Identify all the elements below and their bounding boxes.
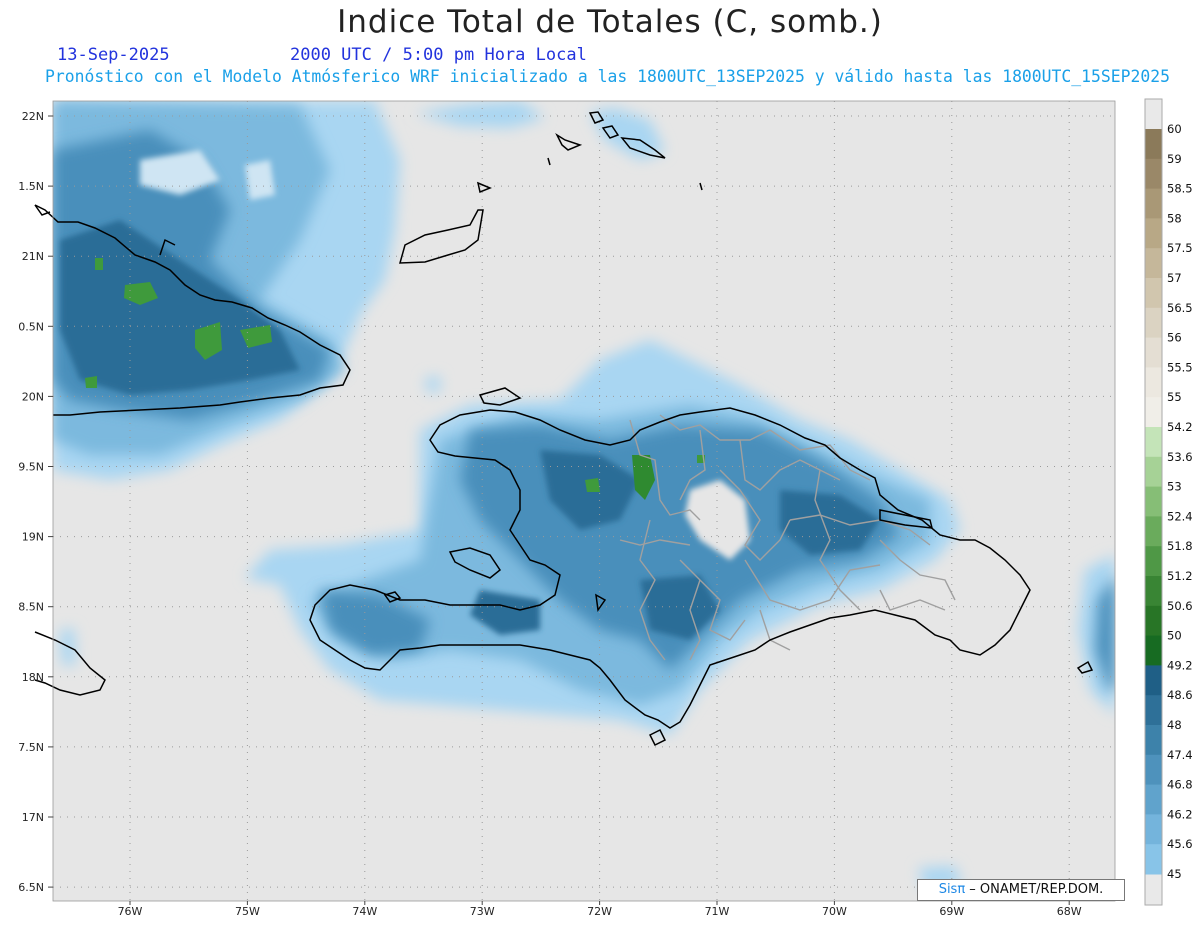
lon-label: 76W bbox=[118, 905, 143, 918]
legend-swatch bbox=[1145, 605, 1162, 637]
legend-label: 52.4 bbox=[1167, 509, 1193, 523]
sisp-logo: Sisπ bbox=[938, 882, 966, 897]
lon-label: 71W bbox=[705, 905, 730, 918]
legend-label: 55 bbox=[1167, 390, 1182, 404]
legend-label: 60 bbox=[1167, 122, 1182, 136]
legend-swatch bbox=[1145, 754, 1162, 786]
lat-label: 1.5N bbox=[18, 180, 44, 193]
legend-label: 49.2 bbox=[1167, 658, 1193, 672]
lon-label: 72W bbox=[587, 905, 612, 918]
legend-swatch bbox=[1145, 516, 1162, 547]
legend-swatch bbox=[1145, 486, 1162, 517]
lat-label: 19N bbox=[22, 531, 44, 544]
legend-swatch bbox=[1145, 784, 1162, 815]
lat-label: 21N bbox=[22, 250, 44, 263]
legend-swatch bbox=[1145, 695, 1162, 726]
legend-swatch bbox=[1145, 188, 1162, 219]
legend-swatch bbox=[1145, 725, 1162, 756]
legend-swatch bbox=[1145, 248, 1162, 279]
lon-label: 69W bbox=[939, 905, 964, 918]
lon-label: 73W bbox=[470, 905, 495, 918]
legend-swatch bbox=[1145, 307, 1162, 339]
legend-label: 46.2 bbox=[1167, 807, 1193, 821]
lon-label: 74W bbox=[352, 905, 377, 918]
legend-swatch bbox=[1145, 218, 1162, 249]
legend-swatch bbox=[1145, 576, 1162, 607]
legend-label: 47.4 bbox=[1167, 748, 1193, 762]
legend-label: 59 bbox=[1167, 152, 1182, 166]
legend-label: 54.2 bbox=[1167, 420, 1193, 434]
lat-label: 17N bbox=[22, 811, 44, 824]
color-legend: 60 59 58.5 58 57.5 57 56.5 56 55.5 55 54.2 53.6 53 52… bbox=[1144, 98, 1193, 906]
lon-label: 68W bbox=[1057, 905, 1082, 918]
legend-label: 51.8 bbox=[1167, 539, 1193, 553]
legend-swatch bbox=[1145, 665, 1162, 696]
legend-label: 48 bbox=[1167, 718, 1182, 732]
lat-label: 18N bbox=[22, 671, 44, 684]
lat-label: 9.5N bbox=[18, 461, 44, 474]
lat-label: 0.5N bbox=[18, 320, 44, 333]
legend-label: 56 bbox=[1167, 331, 1182, 345]
latitude-labels: 22N 1.5N 21N 0.5N 20N 9.5N 19N 8.5N 18N 7.5N 17N 6.… bbox=[18, 110, 53, 894]
legend-swatch bbox=[1145, 814, 1162, 845]
legend-label: 45.6 bbox=[1167, 837, 1193, 851]
legend-label: 57 bbox=[1167, 271, 1182, 285]
legend-label: 53.6 bbox=[1167, 450, 1193, 464]
legend-swatch bbox=[1145, 278, 1162, 309]
lat-label: 7.5N bbox=[18, 741, 44, 754]
forecast-map: 76W 75W 74W 73W 72W 71W 70W 69W 68W 22N 1.5N 21N 0.… bbox=[18, 98, 1193, 918]
legend-swatch bbox=[1145, 427, 1162, 458]
legend-swatch bbox=[1145, 337, 1162, 368]
legend-swatch bbox=[1145, 158, 1162, 190]
legend-label: 48.6 bbox=[1167, 688, 1193, 702]
lon-label: 70W bbox=[822, 905, 847, 918]
legend-label: 55.5 bbox=[1167, 360, 1193, 374]
legend-label: 58.5 bbox=[1167, 182, 1193, 196]
legend-label: 53 bbox=[1167, 480, 1182, 494]
credit-box: Sisπ – ONAMET/REP.DOM. bbox=[917, 879, 1125, 901]
legend-swatch bbox=[1145, 635, 1162, 666]
legend-swatch bbox=[1145, 844, 1162, 875]
lat-label: 20N bbox=[22, 390, 44, 403]
lon-label: 75W bbox=[235, 905, 260, 918]
longitude-labels: 76W 75W 74W 73W 72W 71W 70W 69W 68W bbox=[118, 901, 1082, 918]
lat-label: 6.5N bbox=[18, 881, 44, 894]
legend-label: 46.8 bbox=[1167, 778, 1193, 792]
legend-label: 51.2 bbox=[1167, 569, 1193, 583]
legend-swatch bbox=[1145, 367, 1162, 398]
legend-label: 50.6 bbox=[1167, 599, 1193, 613]
legend-label: 58 bbox=[1167, 211, 1182, 225]
lat-label: 22N bbox=[22, 110, 44, 123]
lat-label: 8.5N bbox=[18, 601, 44, 614]
legend-label: 50 bbox=[1167, 629, 1182, 643]
legend-swatch bbox=[1145, 546, 1162, 577]
legend-label: 57.5 bbox=[1167, 241, 1193, 255]
legend-swatch bbox=[1145, 456, 1162, 488]
legend-label: 56.5 bbox=[1167, 301, 1193, 315]
legend-label: 45 bbox=[1167, 867, 1182, 881]
credit-text: – ONAMET/REP.DOM. bbox=[965, 882, 1104, 897]
legend-swatch bbox=[1145, 129, 1162, 160]
legend-swatch bbox=[1145, 397, 1162, 428]
